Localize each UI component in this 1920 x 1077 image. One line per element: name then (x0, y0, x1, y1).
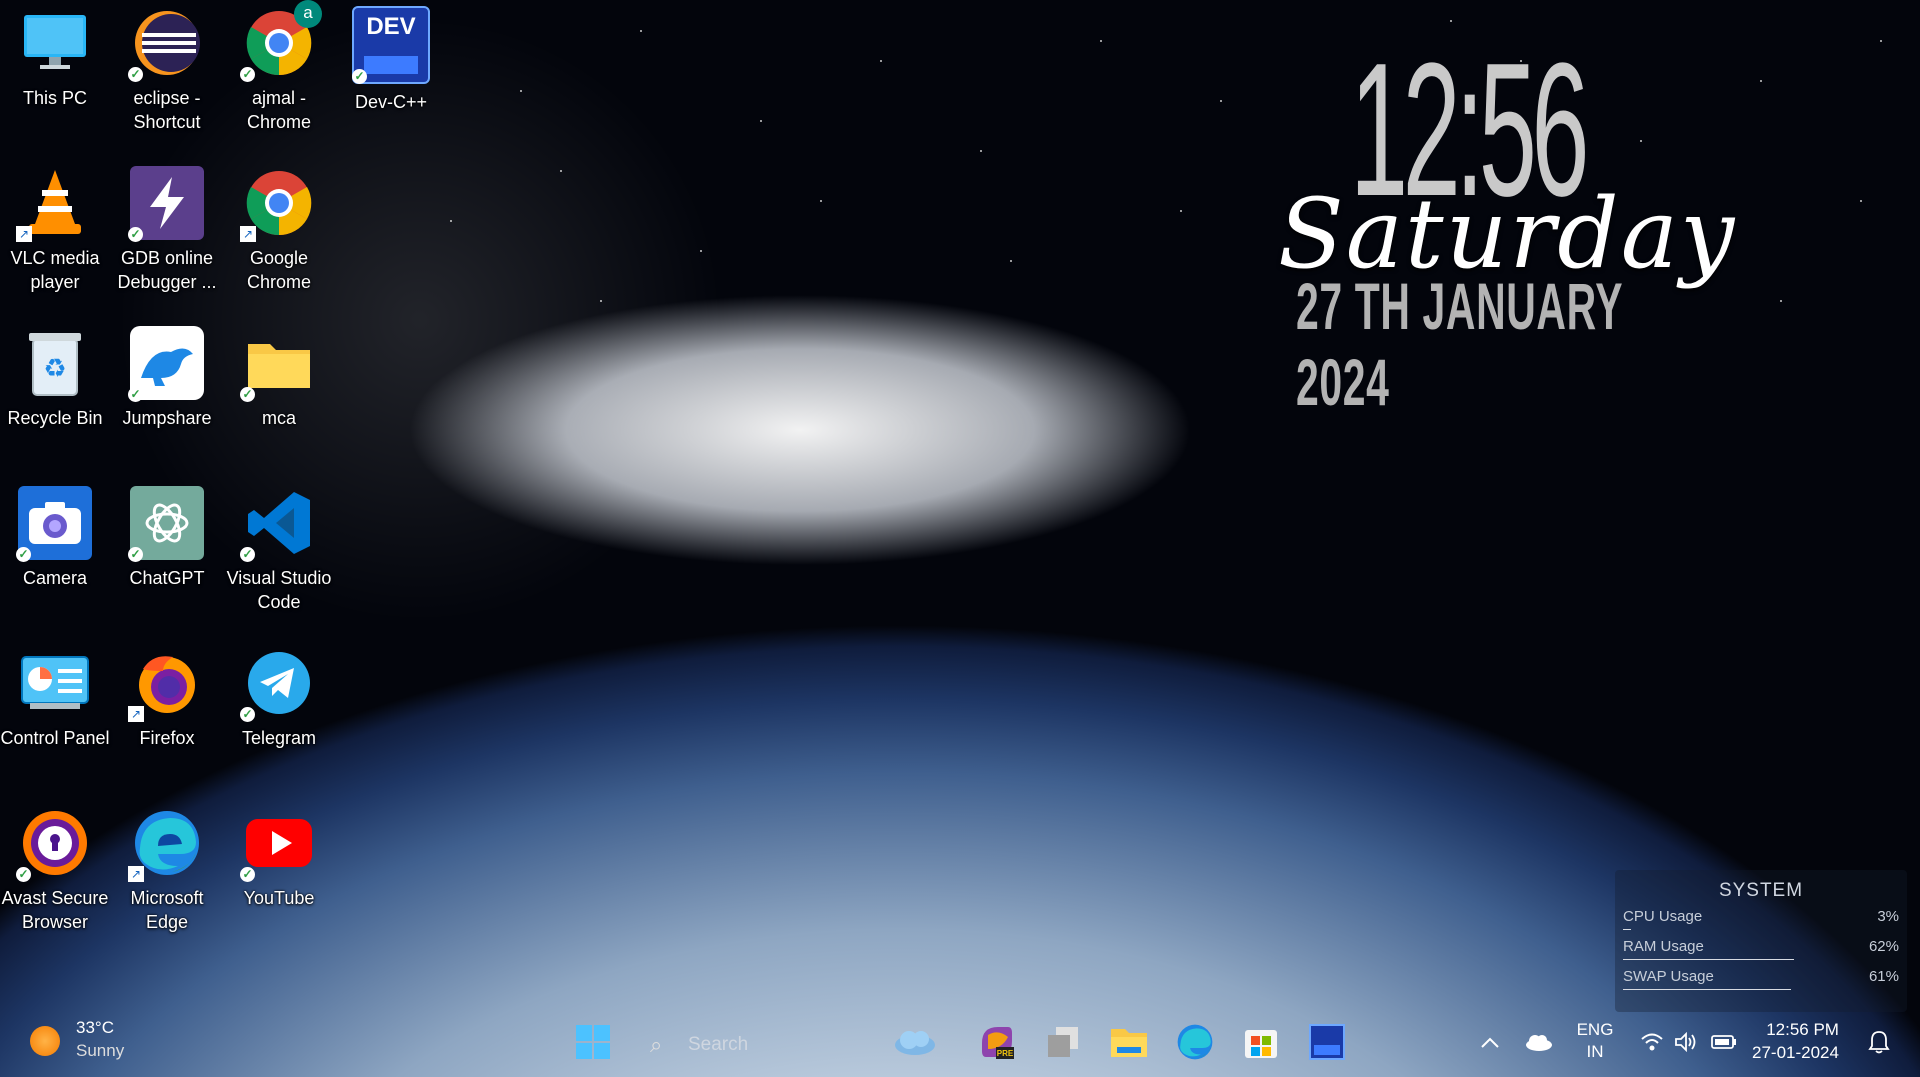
weather-temperature: 33°C (76, 1018, 114, 1037)
sun-icon (30, 1026, 60, 1056)
edge-icon (1177, 1024, 1213, 1060)
desktop-icon-vscode[interactable]: ✓ Visual Studio Code (224, 480, 334, 614)
taskbar-file-explorer[interactable] (1107, 1020, 1151, 1064)
clock-widget-date: 27 TH JANUARY 2024 (1296, 269, 1623, 419)
wifi-icon (1641, 1033, 1663, 1051)
taskbar-clock[interactable]: 12:56 PM 27-01-2024 (1752, 1018, 1839, 1064)
desktop-icon-ajmal-chrome[interactable]: a ✓ ajmal - Chrome (224, 0, 334, 134)
ram-usage-row: RAM Usage 62% (1623, 932, 1899, 962)
svg-text:♻: ♻ (43, 353, 66, 383)
firefox-icon: ↗ (128, 646, 204, 722)
chevron-up-icon (1481, 1037, 1499, 1048)
ram-usage-value: 62% (1868, 938, 1899, 955)
file-explorer-icon (1111, 1029, 1147, 1057)
system-monitor-title: SYSTEM (1718, 880, 1804, 901)
desktop-icon-vlc[interactable]: ↗ VLC media player (0, 160, 110, 294)
gdb-icon: ✓ (128, 166, 204, 242)
taskbar-search[interactable]: ⌕ Search (636, 1024, 876, 1064)
task-view-icon (1048, 1027, 1078, 1057)
store-icon (1245, 1030, 1277, 1058)
recycle-bin-icon: ♻ (18, 326, 92, 400)
search-icon: ⌕ (650, 1032, 663, 1057)
avast-browser-icon: ✓ (16, 806, 92, 882)
desktop-icon-eclipse[interactable]: ✓ eclipse - Shortcut (112, 0, 222, 134)
language-code: ENG (1576, 1020, 1614, 1039)
chrome-profile-icon: a ✓ (240, 0, 322, 82)
start-icon (576, 1025, 610, 1059)
battery-icon (1711, 1035, 1736, 1049)
search-placeholder: Search (688, 1034, 749, 1055)
vscode-icon: ✓ (240, 486, 316, 562)
taskbar-date: 27-01-2024 (1752, 1043, 1839, 1062)
taskbar-edge[interactable] (1173, 1020, 1217, 1064)
desktop-icon-recycle-bin[interactable]: ♻ Recycle Bin (0, 320, 110, 430)
speaker-icon (1675, 1032, 1696, 1052)
desktop-icon-edge[interactable]: ↗ Microsoft Edge (112, 800, 222, 934)
swap-usage-value: 61% (1868, 968, 1899, 985)
chrome-icon: ↗ (240, 166, 316, 242)
taskbar-devcpp[interactable] (1305, 1020, 1349, 1064)
cpu-usage-row: CPU Usage 3% (1623, 902, 1899, 932)
desktop-icon-jumpshare[interactable]: ✓ Jumpshare (112, 320, 222, 430)
eclipse-icon: ✓ (128, 6, 204, 82)
desktop-icon-youtube[interactable]: ✓ YouTube (224, 800, 334, 910)
devcpp-icon (1309, 1024, 1345, 1060)
desktop-icon-devcpp[interactable]: DEV ✓ Dev-C++ (336, 0, 446, 114)
svg-text:PRE: PRE (997, 1049, 1014, 1058)
desktop-icon-chatgpt[interactable]: ✓ ChatGPT (112, 480, 222, 590)
system-monitor-widget: SYSTEM CPU Usage 3% RAM Usage 62% SWAP U… (1615, 870, 1907, 1012)
swap-usage-bar (1623, 989, 1792, 990)
devcpp-icon: DEV ✓ (352, 6, 430, 84)
show-hidden-icons-button[interactable] (1468, 1020, 1512, 1064)
battery-button[interactable] (1702, 1020, 1746, 1064)
ram-usage-bar (1623, 959, 1795, 960)
desktop-icon-avast-browser[interactable]: ✓ Avast Secure Browser (0, 800, 110, 934)
onedrive-icon (1526, 1035, 1552, 1051)
desktop-icon-control-panel[interactable]: Control Panel (0, 640, 110, 750)
swap-usage-label: SWAP Usage (1623, 968, 1714, 985)
desktop-icon-firefox[interactable]: ↗ Firefox (112, 640, 222, 750)
taskbar-copilot[interactable]: PRE (975, 1020, 1019, 1064)
onedrive-button[interactable] (1516, 1020, 1560, 1064)
copilot-icon: PRE (982, 1027, 1014, 1059)
this-pc-icon (18, 6, 92, 80)
youtube-icon: ✓ (240, 806, 316, 882)
cpu-usage-label: CPU Usage (1623, 908, 1703, 925)
chatgpt-icon: ✓ (128, 486, 204, 562)
edge-icon: ↗ (128, 806, 204, 882)
jumpshare-icon: ✓ (128, 326, 204, 402)
weather-description: Sunny (76, 1041, 125, 1060)
desktop-icon-google-chrome[interactable]: ↗ Google Chrome (224, 160, 334, 294)
desktop-icon-gdb[interactable]: ✓ GDB online Debugger ... (112, 160, 222, 294)
bell-icon (1868, 1031, 1890, 1054)
start-button[interactable] (571, 1020, 615, 1064)
desktop-icon-this-pc[interactable]: This PC (0, 0, 110, 110)
language-region: IN (1586, 1042, 1604, 1061)
camera-icon: ✓ (16, 486, 92, 562)
language-indicator[interactable]: ENG IN (1574, 1020, 1616, 1062)
telegram-icon: ✓ (240, 646, 316, 722)
notifications-button[interactable] (1857, 1020, 1901, 1064)
desktop-icon-camera[interactable]: ✓ Camera (0, 480, 110, 590)
taskbar-store[interactable] (1239, 1020, 1283, 1064)
desktop-icon-mca[interactable]: ✓ mca (224, 320, 334, 430)
cpu-usage-value: 3% (1877, 908, 1899, 925)
profile-avatar: a (294, 0, 322, 28)
ram-usage-label: RAM Usage (1623, 938, 1704, 955)
taskbar-time: 12:56 PM (1766, 1020, 1839, 1039)
weather-app-icon (895, 1031, 935, 1055)
control-panel-icon (18, 646, 92, 720)
vlc-icon: ↗ (16, 166, 92, 242)
desktop-icon-telegram[interactable]: ✓ Telegram (224, 640, 334, 750)
cpu-usage-bar (1623, 929, 1632, 930)
taskbar-task-view[interactable] (1041, 1020, 1085, 1064)
folder-icon: ✓ (240, 326, 316, 402)
swap-usage-row: SWAP Usage 61% (1623, 962, 1899, 992)
taskbar-weather-app[interactable] (893, 1020, 937, 1064)
